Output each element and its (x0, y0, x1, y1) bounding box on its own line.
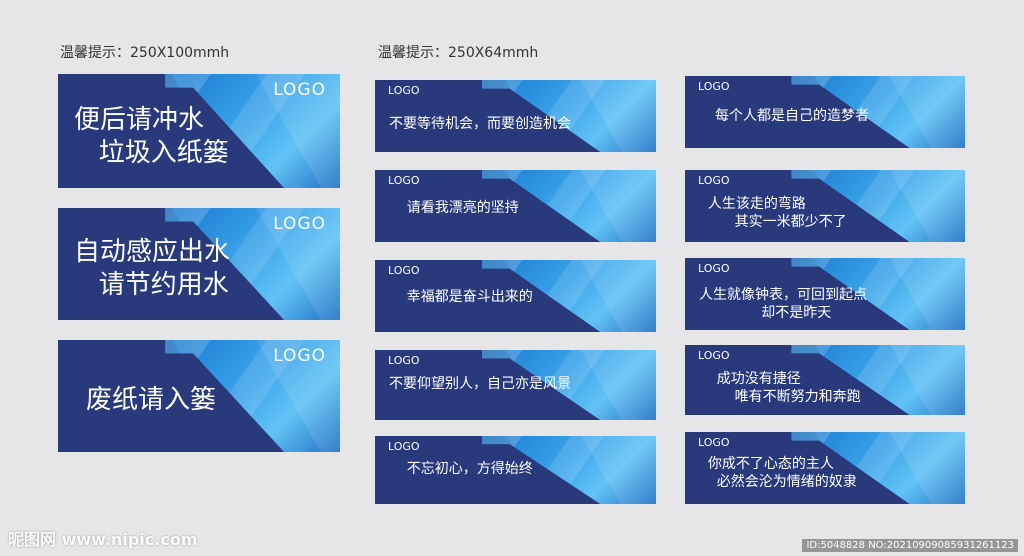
watermark-id: ID:5048828 NO:20210909085931261123 (802, 539, 1018, 552)
logo-label: LOGO (388, 84, 420, 97)
logo-label: LOGO (698, 80, 730, 93)
sign-text: 不要等待机会，而要创造机会 (389, 116, 571, 132)
sign-text: 人生就像钟表，可回到起点 却不是昨天 (699, 287, 867, 321)
small-sign-c1-4: LOGO 不要仰望别人，自己亦是风景 (375, 350, 656, 420)
size-note-right: 温馨提示：250X64mmh (378, 45, 539, 61)
logo-label: LOGO (273, 80, 326, 100)
small-sign-c1-3: LOGO 幸福都是奋斗出来的 (375, 260, 656, 332)
small-sign-c1-2: LOGO 请看我漂亮的坚持 (375, 170, 656, 242)
logo-label: LOGO (388, 354, 420, 367)
sign-text: 不忘初心，方得始终 (389, 461, 533, 477)
logo-label: LOGO (698, 436, 730, 449)
small-sign-c2-4: LOGO 成功没有捷径 唯有不断努力和奔跑 (685, 345, 965, 415)
sign-text: 废纸请入篓 (86, 385, 217, 415)
sign-text: 成功没有捷径 唯有不断努力和奔跑 (716, 371, 861, 405)
sign-text: 幸福都是奋斗出来的 (389, 289, 533, 305)
watermark-site: 昵图网 www.nipic.com (8, 530, 198, 549)
sign-text: 请看我漂亮的坚持 (389, 200, 519, 216)
logo-label: LOGO (388, 174, 420, 187)
logo-label: LOGO (273, 346, 326, 366)
size-note-left: 温馨提示：250X100mmh (60, 45, 230, 61)
sign-text: 便后请冲水 垃圾入纸篓 (74, 105, 229, 169)
small-sign-c1-1: LOGO 不要等待机会，而要创造机会 (375, 80, 656, 152)
logo-label: LOGO (698, 174, 730, 187)
sign-text: 不要仰望别人，自己亦是风景 (389, 376, 571, 392)
big-sign-1: LOGO 便后请冲水 垃圾入纸篓 (58, 74, 340, 188)
logo-label: LOGO (388, 264, 420, 277)
small-sign-c1-5: LOGO 不忘初心，方得始终 (375, 436, 656, 504)
logo-label: LOGO (698, 349, 730, 362)
logo-label: LOGO (273, 214, 326, 234)
logo-label: LOGO (388, 440, 420, 453)
sign-text: 每个人都是自己的造梦者 (715, 108, 869, 124)
sign-text: 自动感应出水 请节约用水 (74, 237, 231, 301)
logo-label: LOGO (698, 262, 730, 275)
small-sign-c2-1: LOGO 每个人都是自己的造梦者 (685, 76, 965, 148)
small-sign-c2-3: LOGO 人生就像钟表，可回到起点 却不是昨天 (685, 258, 965, 330)
big-sign-3: LOGO 废纸请入篓 (58, 340, 340, 452)
big-sign-2: LOGO 自动感应出水 请节约用水 (58, 208, 340, 320)
sign-text: 人生该走的弯路 其实一米都少不了 (707, 196, 847, 230)
small-sign-c2-5: LOGO 你成不了心态的主人 必然会沦为情绪的奴隶 (685, 432, 965, 504)
small-sign-c2-2: LOGO 人生该走的弯路 其实一米都少不了 (685, 170, 965, 242)
sign-text: 你成不了心态的主人 必然会沦为情绪的奴隶 (707, 456, 857, 490)
